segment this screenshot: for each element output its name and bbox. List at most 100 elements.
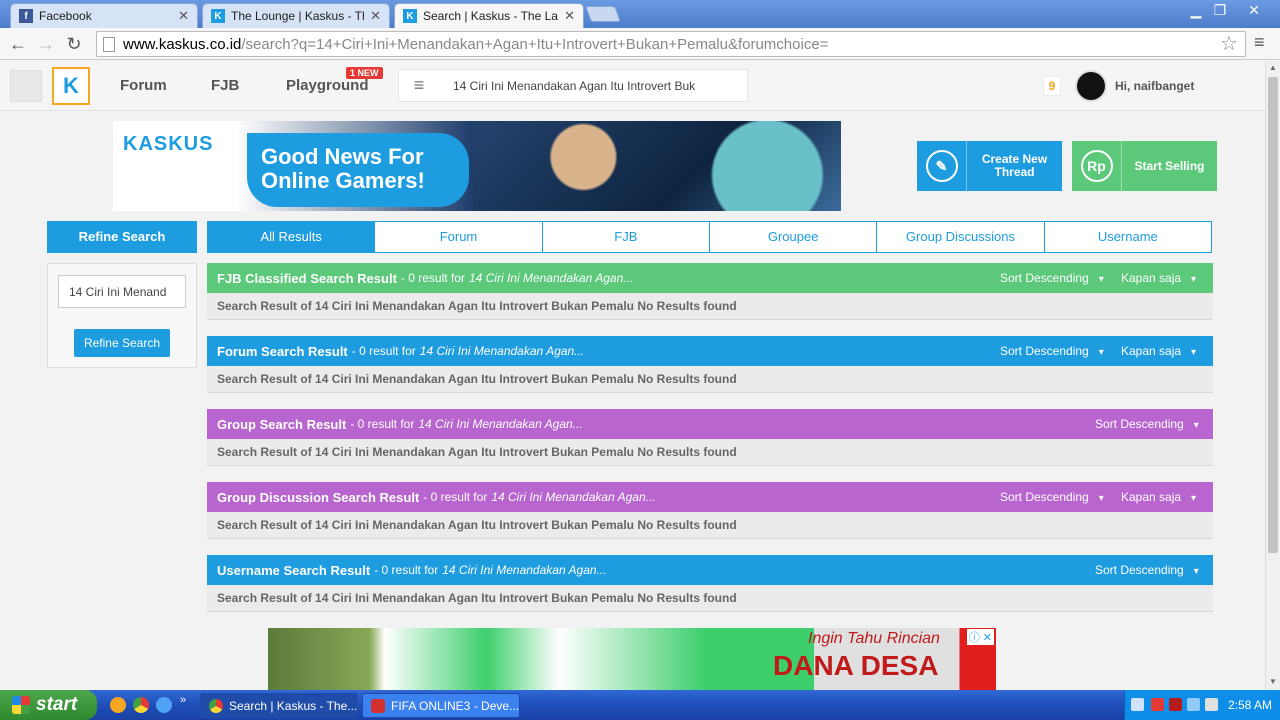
section-count: - 0 result for xyxy=(351,344,416,358)
page-scrollbar[interactable]: ▲ ▼ xyxy=(1265,61,1280,690)
task-fifa-online[interactable]: FIFA ONLINE3 - Deve... xyxy=(362,693,520,718)
sort-dropdown[interactable]: Sort Descending xyxy=(1000,344,1104,358)
ad-close-icon[interactable]: ⓘ ✕ xyxy=(966,629,994,645)
start-selling-label: Start Selling xyxy=(1134,158,1205,173)
chrome-icon xyxy=(209,698,223,713)
sort-dropdown[interactable]: Sort Descending xyxy=(1095,417,1199,431)
tray-app-icon[interactable] xyxy=(1151,698,1164,711)
scroll-up-icon[interactable]: ▲ xyxy=(1269,63,1277,72)
network-icon[interactable] xyxy=(1187,698,1200,711)
section-body: Search Result of 14 Ciri Ini Menandakan … xyxy=(207,512,1213,539)
chrome-menu-icon[interactable]: ≡ xyxy=(1254,32,1265,53)
new-tab-button[interactable] xyxy=(585,6,621,22)
window-close-icon[interactable]: ✕ xyxy=(1242,2,1266,19)
kaskus-logo[interactable]: K xyxy=(52,67,90,105)
section-header: Group Discussion Search Result - 0 resul… xyxy=(207,482,1213,512)
tab-groupee[interactable]: Groupee xyxy=(708,222,876,252)
time-dropdown[interactable]: Kapan saja xyxy=(1121,271,1196,285)
section-query: 14 Ciri Ini Menandakan Agan... xyxy=(468,271,634,285)
section-count: - 0 result for xyxy=(423,490,488,504)
volume-icon[interactable] xyxy=(1205,698,1218,711)
chrome-icon[interactable] xyxy=(133,697,149,713)
tab-fjb[interactable]: FJB xyxy=(541,222,709,252)
firefox-icon[interactable] xyxy=(110,697,126,713)
tab-all-results[interactable]: All Results xyxy=(208,222,375,252)
hamburger-icon[interactable]: ≡ xyxy=(399,75,439,96)
time-dropdown[interactable]: Kapan saja xyxy=(1121,344,1196,358)
start-label: start xyxy=(36,694,78,715)
tray-app-icon[interactable] xyxy=(1169,698,1182,711)
header-search[interactable]: ≡ 14 Ciri Ini Menandakan Agan Itu Introv… xyxy=(398,69,748,102)
sort-dropdown[interactable]: Sort Descending xyxy=(1000,490,1104,504)
ad-text: Ingin Tahu Rincian xyxy=(808,630,940,647)
forward-icon[interactable]: → xyxy=(34,32,58,56)
banner-headline: Good News For Online Gamers! xyxy=(247,133,469,207)
side-menu-button[interactable] xyxy=(10,70,42,102)
section-count: - 0 result for xyxy=(350,417,415,431)
tab-facebook[interactable]: f Facebook ✕ xyxy=(10,3,198,28)
result-tabs: All Results Forum FJB Groupee Group Disc… xyxy=(207,221,1212,253)
minimize-icon[interactable]: ▁ xyxy=(1184,2,1208,19)
refine-search-input[interactable] xyxy=(58,275,186,308)
windows-taskbar: start » Search | Kaskus - The... FIFA ON… xyxy=(0,690,1280,720)
refine-panel: Refine Search xyxy=(47,263,197,368)
close-icon[interactable]: ✕ xyxy=(178,8,189,24)
sort-dropdown[interactable]: Sort Descending xyxy=(1095,563,1199,577)
refine-search-button[interactable]: Refine Search xyxy=(74,329,170,357)
tab-username[interactable]: Username xyxy=(1043,222,1211,252)
group-discussion-result-section: Group Discussion Search Result - 0 resul… xyxy=(207,482,1213,539)
scroll-down-icon[interactable]: ▼ xyxy=(1269,677,1277,686)
refine-search-heading: Refine Search xyxy=(47,221,197,253)
banner-ad[interactable]: KASKUS Good News For Online Gamers! xyxy=(113,121,841,211)
section-query: 14 Ciri Ini Menandakan Agan... xyxy=(418,417,583,431)
address-bar[interactable]: www.kaskus.co.id/search?q=14+Ciri+Ini+Me… xyxy=(96,31,1246,57)
nav-fjb[interactable]: FJB xyxy=(211,77,239,94)
user-greeting[interactable]: Hi, naifbanget xyxy=(1115,79,1194,93)
section-query: 14 Ciri Ini Menandakan Agan... xyxy=(491,490,656,504)
section-header: Group Search Result - 0 result for 14 Ci… xyxy=(207,409,1213,439)
system-tray: 2:58 AM xyxy=(1124,690,1280,720)
restore-icon[interactable]: ❐ xyxy=(1208,2,1232,19)
tab-title: The Lounge | Kaskus - The L xyxy=(231,9,364,23)
reload-icon[interactable]: ↻ xyxy=(62,32,86,56)
create-thread-label: Create New Thread xyxy=(981,152,1048,179)
task-label: Search | Kaskus - The... xyxy=(229,698,358,713)
tab-forum[interactable]: Forum xyxy=(374,222,541,252)
avatar[interactable] xyxy=(1075,70,1107,102)
more-icon[interactable]: » xyxy=(180,694,186,706)
start-button[interactable]: start xyxy=(0,690,97,720)
section-title: Username Search Result xyxy=(217,562,371,578)
tab-title: Search | Kaskus - The Larges xyxy=(423,9,558,23)
section-body: Search Result of 14 Ciri Ini Menandakan … xyxy=(207,585,1213,612)
section-title: FJB Classified Search Result xyxy=(217,270,397,286)
section-count: - 0 result for xyxy=(400,271,465,285)
section-title: Group Search Result xyxy=(217,416,347,432)
username-result-section: Username Search Result - 0 result for 14… xyxy=(207,555,1213,612)
fifa-icon xyxy=(371,698,385,713)
nav-playground[interactable]: Playground xyxy=(286,77,369,94)
tab-search[interactable]: K Search | Kaskus - The Larges ✕ xyxy=(394,3,584,28)
time-dropdown[interactable]: Kapan saja xyxy=(1121,490,1196,504)
tray-arrow-icon[interactable] xyxy=(1131,698,1144,711)
section-title: Forum Search Result xyxy=(217,343,348,359)
url-domain: www.kaskus.co.id xyxy=(123,35,242,53)
sort-dropdown[interactable]: Sort Descending xyxy=(1000,271,1104,285)
scrollbar-thumb[interactable] xyxy=(1268,77,1278,553)
close-icon[interactable]: ✕ xyxy=(564,8,575,24)
section-query: 14 Ciri Ini Menandakan Agan... xyxy=(442,563,607,577)
bookmark-star-icon[interactable]: ☆ xyxy=(1220,31,1238,56)
back-icon[interactable]: ← xyxy=(6,32,30,56)
create-thread-button[interactable]: ✎ Create New Thread xyxy=(917,141,1062,191)
task-label: FIFA ONLINE3 - Deve... xyxy=(391,698,520,713)
nav-forum[interactable]: Forum xyxy=(120,77,167,94)
site-header: K Forum FJB Playground 1 NEW ≡ 14 Ciri I… xyxy=(0,61,1265,111)
ie-icon[interactable] xyxy=(156,697,172,713)
task-chrome-search[interactable]: Search | Kaskus - The... xyxy=(200,693,358,718)
bottom-ad[interactable]: Ingin Tahu Rincian DANA DESA ⓘ ✕ xyxy=(268,628,996,690)
tab-group-discussions[interactable]: Group Discussions xyxy=(876,222,1043,252)
header-search-input[interactable]: 14 Ciri Ini Menandakan Agan Itu Introver… xyxy=(453,79,698,93)
tab-the-lounge[interactable]: K The Lounge | Kaskus - The L ✕ xyxy=(202,3,390,28)
notification-count[interactable]: 9 xyxy=(1043,76,1061,96)
close-icon[interactable]: ✕ xyxy=(370,8,381,24)
start-selling-button[interactable]: Rp Start Selling xyxy=(1072,141,1217,191)
